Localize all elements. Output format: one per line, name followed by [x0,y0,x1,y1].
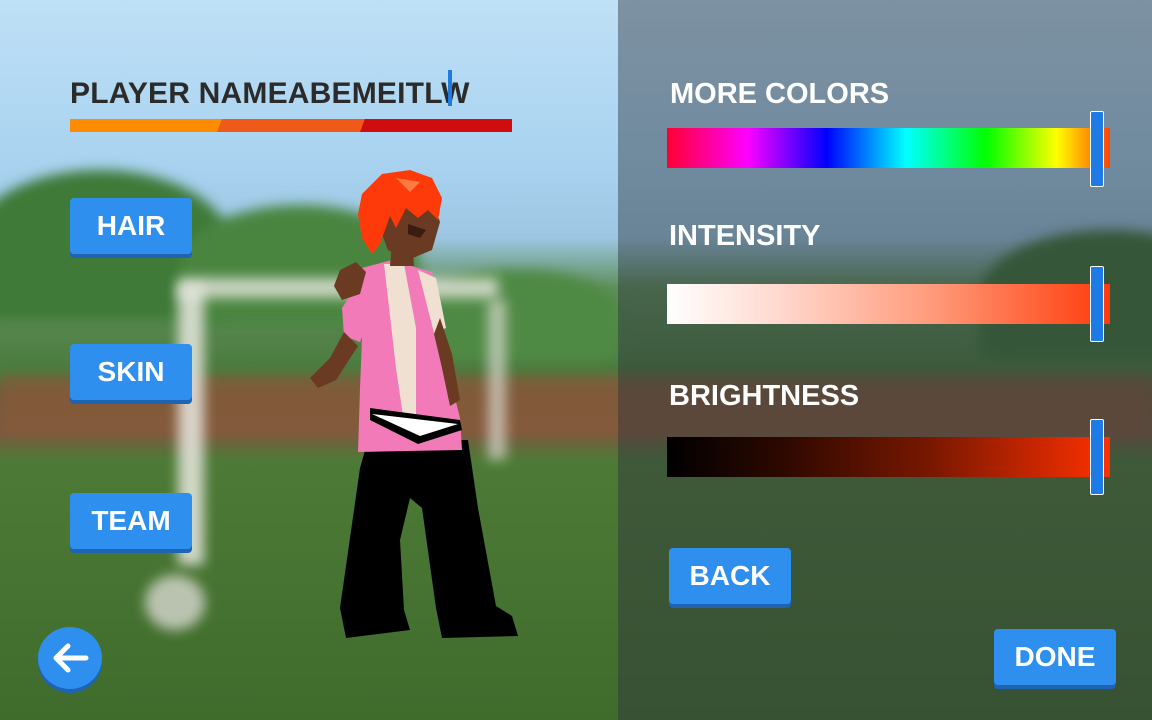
soccer-ball [145,575,205,630]
skin-button[interactable]: SKIN [70,344,192,400]
hair-button[interactable]: HAIR [70,198,192,254]
more-colors-label: MORE COLORS [670,78,890,110]
intensity-slider-handle[interactable] [1090,266,1104,342]
brightness-slider-handle[interactable] [1090,419,1104,495]
team-button[interactable]: TEAM [70,493,192,549]
intensity-slider-track[interactable] [667,284,1110,324]
done-button[interactable]: DONE [994,629,1116,685]
player-name-field[interactable]: PLAYER NAMEABEMEITLW [70,68,470,120]
arrow-left-icon [53,643,89,673]
hue-slider-handle[interactable] [1090,111,1104,187]
brightness-slider-track[interactable] [667,437,1110,477]
hue-slider-track[interactable] [667,128,1110,168]
intensity-label: INTENSITY [669,220,821,252]
text-caret [448,70,452,106]
back-arrow-button[interactable] [38,627,102,689]
player-character [310,170,518,638]
brightness-label: BRIGHTNESS [669,380,860,412]
player-name-underline [70,119,512,132]
back-button[interactable]: BACK [669,548,791,604]
player-name-text: PLAYER NAMEABEMEITLW [70,77,470,110]
